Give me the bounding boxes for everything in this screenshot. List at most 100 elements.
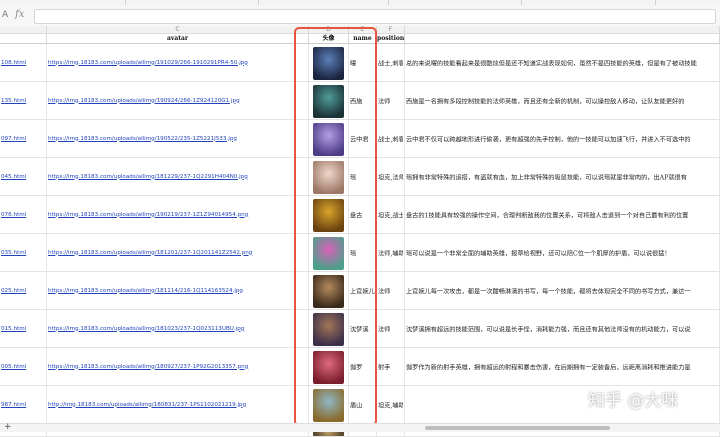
cell-avatar-image[interactable] xyxy=(309,348,349,385)
cell-url[interactable]: 135.html xyxy=(0,82,47,119)
cell-avatar-image[interactable] xyxy=(309,196,349,233)
cell-description[interactable]: 云中君不仅可以跨越地形进行偷袭，更有超强的先手控制，他的一技能可以加速飞行，并进… xyxy=(405,120,720,157)
cell-description[interactable]: 沈梦溪拥有超远的技能范围，可以说是长手怪，消耗能力强，而且还有其他法师没有的机动… xyxy=(405,310,720,347)
cell-avatar-url[interactable]: http://img.18183.com/uploads/allimg/1808… xyxy=(47,386,309,423)
cell-avatar-url[interactable]: https://img.18183.com/uploads/allimg/181… xyxy=(47,158,309,195)
column-header-E[interactable]: E xyxy=(349,26,377,34)
cell-avatar-image[interactable] xyxy=(309,120,349,157)
cell-url-text[interactable]: 987.html xyxy=(1,402,45,408)
cell-description[interactable]: 上官婉儿每一次攻击，都是一次酣畅淋漓的书写，每一个技能，都将去体现完全不同的书写… xyxy=(405,272,720,309)
cell-url[interactable]: 987.html xyxy=(0,386,47,423)
cell-url[interactable]: 035.html xyxy=(0,234,47,271)
hero-avatar-image xyxy=(313,275,344,308)
cell-description[interactable]: 西施是一名拥有多段控制技能的法师英雄，而且还有全新的机制，可以操控敌人移动，让队… xyxy=(405,82,720,119)
hero-avatar-image xyxy=(313,85,344,118)
cell-description[interactable]: 瑶可以说是一个非常全面的辅助英雄，报草给视野，还可以陪C位一个肌厚的护盾，可以说… xyxy=(405,234,720,271)
column-header-G[interactable] xyxy=(405,26,720,34)
header-avatar[interactable]: avatar xyxy=(47,34,309,44)
table-row: 076.html https://img.18183.com/uploads/al… xyxy=(0,196,720,234)
formula-input[interactable] xyxy=(34,9,716,24)
header-position[interactable]: position xyxy=(377,34,405,44)
cell-avatar-image[interactable] xyxy=(309,386,349,423)
cell-avatar-url[interactable]: https://img.18183.com/uploads/allimg/190… xyxy=(47,120,309,157)
cell-avatar-url-text[interactable]: http://img.18183.com/uploads/allimg/1808… xyxy=(48,402,307,408)
cell-url-text[interactable]: 135.html xyxy=(1,98,45,104)
cell-position[interactable]: 坦克,辅助 xyxy=(377,386,405,423)
column-header-F[interactable]: F xyxy=(377,26,405,34)
cell-name[interactable]: 瑶 xyxy=(349,234,377,271)
cell-avatar-url-text[interactable]: https://img.18183.com/uploads/allimg/180… xyxy=(48,364,307,370)
header-name[interactable]: name xyxy=(349,34,377,44)
add-sheet-icon[interactable]: + xyxy=(4,423,12,432)
cell-url[interactable]: 025.html xyxy=(0,272,47,309)
cell-url-text[interactable]: 025.html xyxy=(1,288,45,294)
cell-avatar-url[interactable]: https://img.18183.com/uploads/allimg/181… xyxy=(47,310,309,347)
cell-position[interactable]: 法师 xyxy=(377,272,405,309)
cell-avatar-url-text[interactable]: https://img.18183.com/uploads/allimg/181… xyxy=(48,250,307,256)
cell-name[interactable]: 西施 xyxy=(349,82,377,119)
cell-name[interactable]: 伽罗 xyxy=(349,348,377,385)
cell-name[interactable]: 上官婉儿 xyxy=(349,272,377,309)
cell-url-text[interactable]: 097.html xyxy=(1,136,45,142)
cell-url-text[interactable]: 108.html xyxy=(1,60,45,66)
cell-avatar-image[interactable] xyxy=(309,44,349,81)
cell-url[interactable]: 097.html xyxy=(0,120,47,157)
cell-name[interactable]: 盾山 xyxy=(349,386,377,423)
cell-position[interactable]: 法师 xyxy=(377,82,405,119)
cell-avatar-url[interactable]: https://img.18183.com/uploads/allimg/190… xyxy=(47,82,309,119)
cell-url[interactable]: 005.html xyxy=(0,348,47,385)
column-header-B[interactable] xyxy=(0,26,47,34)
cell-url[interactable]: 045.html xyxy=(0,158,47,195)
cell-reference[interactable]: A xyxy=(2,10,8,20)
header-description[interactable] xyxy=(405,34,720,44)
cell-avatar-url-text[interactable]: https://img.18183.com/uploads/allimg/191… xyxy=(48,60,307,66)
cell-description[interactable]: 盘古的1技能具有较强的操作空间，合理判断敌我的位置关系，可将敌人击退到一个对自己… xyxy=(405,196,720,233)
cell-url-text[interactable]: 015.html xyxy=(1,326,45,332)
cell-name-text: 西施 xyxy=(350,98,363,105)
cell-avatar-url[interactable]: https://img.18183.com/uploads/allimg/180… xyxy=(47,348,309,385)
cell-avatar-url[interactable]: https://img.18183.com/uploads/allimg/181… xyxy=(47,272,309,309)
cell-avatar-url-text[interactable]: https://img.18183.com/uploads/allimg/190… xyxy=(48,212,307,218)
cell-avatar-url[interactable]: https://img.18183.com/uploads/allimg/181… xyxy=(47,234,309,271)
column-header-C[interactable]: C xyxy=(47,26,309,34)
cell-url[interactable]: 076.html xyxy=(0,196,47,233)
cell-avatar-image[interactable] xyxy=(309,158,349,195)
cell-avatar-url-text[interactable]: https://img.18183.com/uploads/allimg/181… xyxy=(48,326,307,332)
header-avatar-cn[interactable]: 头像 xyxy=(309,34,349,44)
cell-avatar-image[interactable] xyxy=(309,310,349,347)
cell-url-text[interactable]: 076.html xyxy=(1,212,45,218)
cell-name[interactable]: 曜 xyxy=(349,44,377,81)
cell-avatar-url-text[interactable]: https://img.18183.com/uploads/allimg/181… xyxy=(48,288,307,294)
cell-avatar-url[interactable]: https://img.18183.com/uploads/allimg/190… xyxy=(47,196,309,233)
cell-position[interactable]: 坦克,战士 xyxy=(377,196,405,233)
cell-name[interactable]: 云中君 xyxy=(349,120,377,157)
cell-position[interactable]: 坦克,法师 xyxy=(377,158,405,195)
cell-position[interactable]: 战士,刺客 xyxy=(377,44,405,81)
scroll-thumb[interactable] xyxy=(425,426,610,430)
cell-avatar-url[interactable]: https://img.18183.com/uploads/allimg/191… xyxy=(47,44,309,81)
cell-avatar-url-text[interactable]: https://img.18183.com/uploads/allimg/181… xyxy=(48,174,307,180)
cell-name[interactable]: 沈梦溪 xyxy=(349,310,377,347)
cell-position[interactable]: 射手 xyxy=(377,348,405,385)
cell-url-text[interactable]: 045.html xyxy=(1,174,45,180)
cell-avatar-url-text[interactable]: https://img.18183.com/uploads/allimg/190… xyxy=(48,136,307,142)
header-url[interactable] xyxy=(0,34,47,44)
cell-description[interactable]: 总的来说曜的技能看起来是很酷炫但是还不知道实战表现如何，虽然不是四技能的英雄，但… xyxy=(405,44,720,81)
cell-description[interactable]: 伽罗作为新的射手英雄，拥有超远的射程和暴击伤害，在后期拥有一定装备后，远距离消耗… xyxy=(405,348,720,385)
cell-url[interactable]: 015.html xyxy=(0,310,47,347)
cell-url-text[interactable]: 005.html xyxy=(1,364,45,370)
cell-name[interactable]: 瑶 xyxy=(349,158,377,195)
cell-avatar-image[interactable] xyxy=(309,82,349,119)
cell-name[interactable]: 盘古 xyxy=(349,196,377,233)
cell-avatar-url-text[interactable]: https://img.18183.com/uploads/allimg/190… xyxy=(48,98,307,104)
cell-position[interactable]: 战士,刺客 xyxy=(377,120,405,157)
cell-position[interactable]: 法师 xyxy=(377,310,405,347)
cell-url[interactable]: 108.html xyxy=(0,44,47,81)
cell-avatar-image[interactable] xyxy=(309,272,349,309)
column-header-D[interactable]: D xyxy=(309,26,349,34)
cell-url-text[interactable]: 035.html xyxy=(1,250,45,256)
cell-position[interactable]: 法师,辅助 xyxy=(377,234,405,271)
hero-avatar-image xyxy=(313,237,344,270)
cell-avatar-image[interactable] xyxy=(309,234,349,271)
cell-description[interactable]: 瑶拥有非常特殊的追搭，有盗就有血，加上非常特殊的吸鼠技能，可以说瑶就是非常肉的，… xyxy=(405,158,720,195)
